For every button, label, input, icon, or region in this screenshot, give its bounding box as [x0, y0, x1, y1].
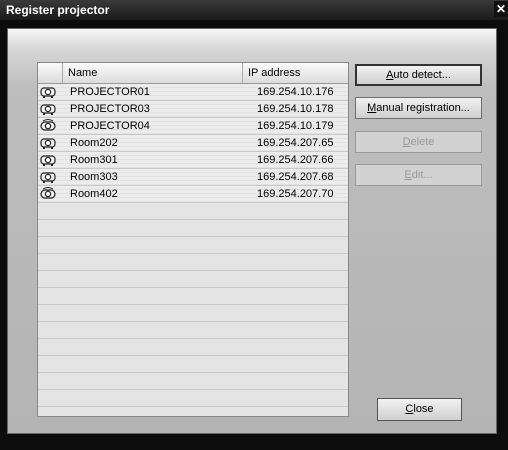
empty-row — [38, 339, 348, 356]
header-ip-address[interactable]: IP address — [243, 63, 348, 83]
header-name[interactable]: Name — [63, 63, 243, 83]
table-row[interactable]: PROJECTOR04 169.254.10.179 — [38, 118, 348, 135]
window-title: Register projector — [6, 3, 110, 17]
empty-row — [38, 254, 348, 271]
empty-row — [38, 407, 348, 416]
register-projector-window: Register projector ✕ Name IP address PRO… — [0, 0, 508, 450]
list-rows: PROJECTOR01 169.254.10.176 PROJECTOR03 169.… — [38, 84, 348, 416]
table-row[interactable]: PROJECTOR03 169.254.10.178 — [38, 101, 348, 118]
projector-network-icon — [40, 119, 56, 133]
projector-icon — [40, 102, 56, 116]
empty-row — [38, 288, 348, 305]
table-row[interactable]: Room301 169.254.207.66 — [38, 152, 348, 169]
projector-ip: 169.254.207.66 — [257, 154, 334, 166]
projector-icon — [40, 170, 56, 184]
projector-name: PROJECTOR01 — [70, 86, 150, 98]
title-bar: Register projector ✕ — [0, 0, 508, 20]
empty-row — [38, 271, 348, 288]
empty-row — [38, 305, 348, 322]
empty-row — [38, 322, 348, 339]
close-button[interactable]: Close — [377, 398, 462, 421]
projector-name: PROJECTOR03 — [70, 103, 150, 115]
manual-registration-button[interactable]: Manual registration... — [355, 97, 482, 119]
table-row[interactable]: PROJECTOR01 169.254.10.176 — [38, 84, 348, 101]
delete-button[interactable]: Delete — [355, 131, 482, 153]
auto-detect-button[interactable]: Auto detect... — [355, 64, 482, 86]
table-row[interactable]: Room202 169.254.207.65 — [38, 135, 348, 152]
projector-icon — [40, 136, 56, 150]
projector-ip: 169.254.10.176 — [257, 86, 334, 98]
header-icon-column[interactable] — [38, 63, 63, 83]
close-window-icon[interactable]: ✕ — [494, 1, 508, 17]
empty-row — [38, 356, 348, 373]
empty-row — [38, 237, 348, 254]
projector-name: Room402 — [70, 188, 118, 200]
empty-row — [38, 220, 348, 237]
projector-name: Room301 — [70, 154, 118, 166]
projector-name: Room303 — [70, 171, 118, 183]
projector-icon — [40, 153, 56, 167]
projector-ip: 169.254.207.65 — [257, 137, 334, 149]
empty-row — [38, 203, 348, 220]
projector-icon — [40, 85, 56, 99]
empty-row — [38, 390, 348, 407]
projector-ip: 169.254.207.70 — [257, 188, 334, 200]
projector-name: PROJECTOR04 — [70, 120, 150, 132]
projector-ip: 169.254.10.178 — [257, 103, 334, 115]
projector-network-icon — [40, 187, 56, 201]
edit-button[interactable]: Edit... — [355, 164, 482, 186]
projector-list[interactable]: Name IP address PROJECTOR01 169.254.10.17… — [37, 62, 349, 417]
projector-ip: 169.254.207.68 — [257, 171, 334, 183]
projector-ip: 169.254.10.179 — [257, 120, 334, 132]
empty-row — [38, 373, 348, 390]
list-header: Name IP address — [38, 63, 348, 84]
projector-name: Room202 — [70, 137, 118, 149]
table-row[interactable]: Room303 169.254.207.68 — [38, 169, 348, 186]
table-row[interactable]: Room402 169.254.207.70 — [38, 186, 348, 203]
